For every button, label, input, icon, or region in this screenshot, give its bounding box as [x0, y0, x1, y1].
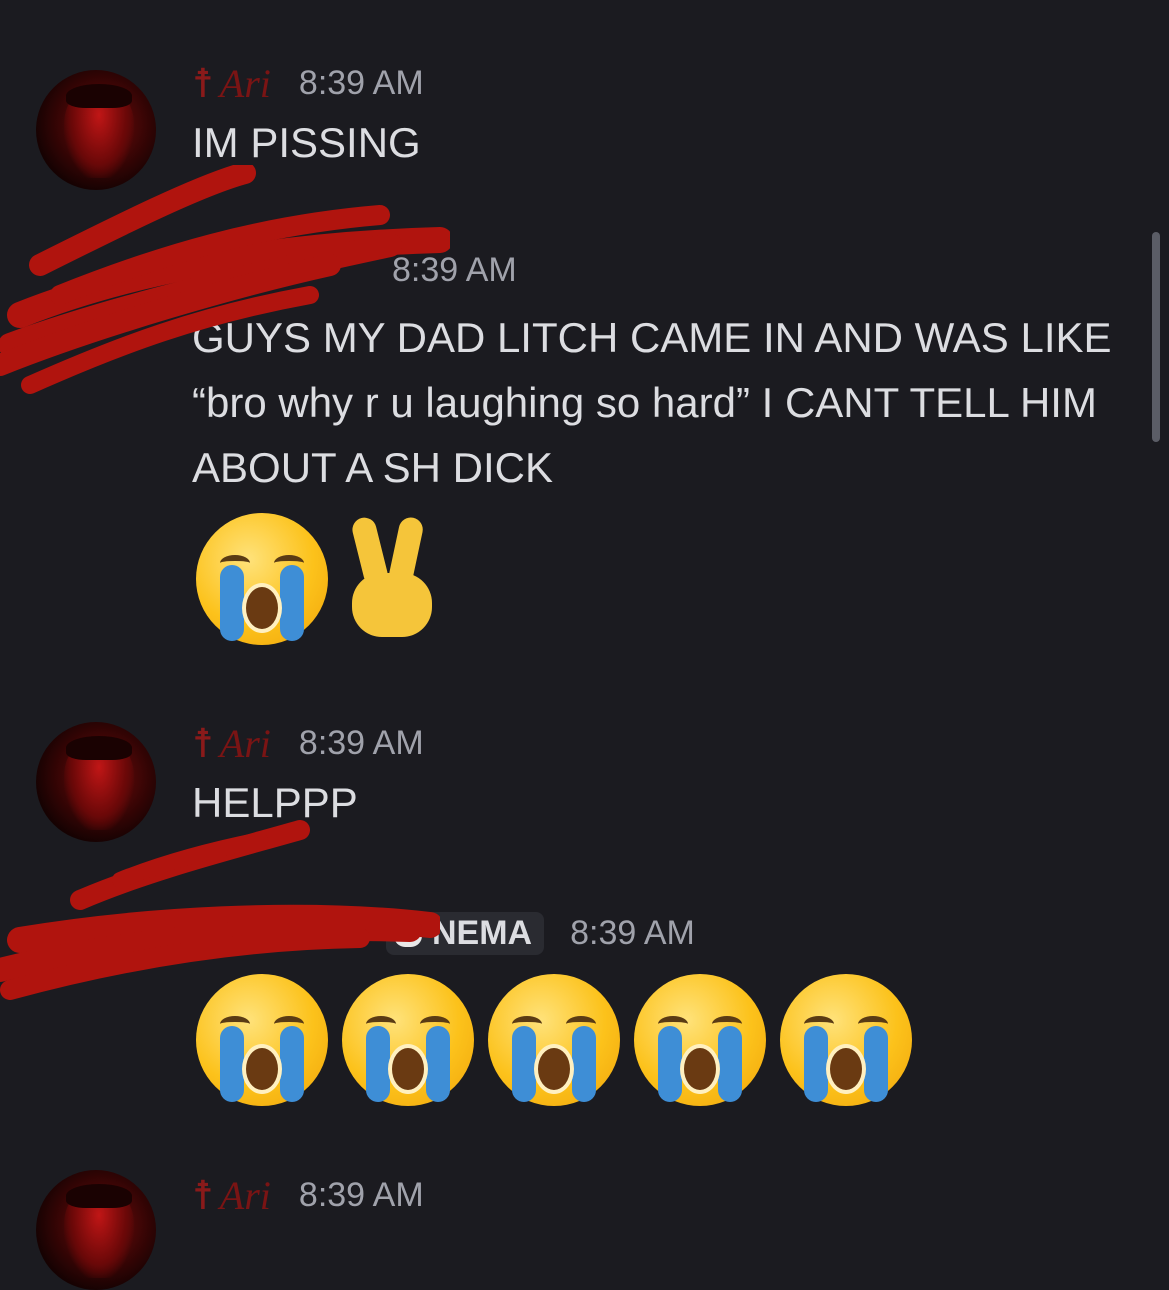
author-name[interactable]: ☨ Ari	[192, 1172, 271, 1219]
timestamp: 8:39 AM	[298, 723, 424, 762]
message-header: ☨ Ari 8:39 AM	[192, 58, 424, 108]
author-name[interactable]: ☨ Ari	[192, 60, 271, 107]
author-name[interactable]: ☨ Ari	[192, 720, 271, 767]
avatar-ari[interactable]	[36, 1170, 156, 1290]
timestamp: 8:39 AM	[298, 1175, 424, 1214]
message-header: ☨ Ari 8:39 AM	[192, 718, 424, 768]
emoji-row	[196, 513, 442, 645]
loudly-crying-face-icon	[780, 974, 912, 1106]
timestamp: 8:39 AM	[570, 913, 695, 952]
cross-icon: ☨	[192, 60, 214, 106]
timestamp: 8:39 AM	[298, 63, 424, 102]
redaction-scribble	[0, 165, 450, 394]
victory-hand-icon	[342, 513, 442, 645]
message-header: ☨ Ari 8:39 AM	[192, 1170, 424, 1220]
loudly-crying-face-icon	[196, 513, 328, 645]
loudly-crying-face-icon	[488, 974, 620, 1106]
loudly-crying-face-icon	[634, 974, 766, 1106]
cross-icon: ☨	[192, 1172, 214, 1218]
scrollbar[interactable]	[1152, 232, 1160, 442]
redaction-scribble	[0, 820, 440, 1000]
cross-icon: ☨	[192, 720, 214, 766]
